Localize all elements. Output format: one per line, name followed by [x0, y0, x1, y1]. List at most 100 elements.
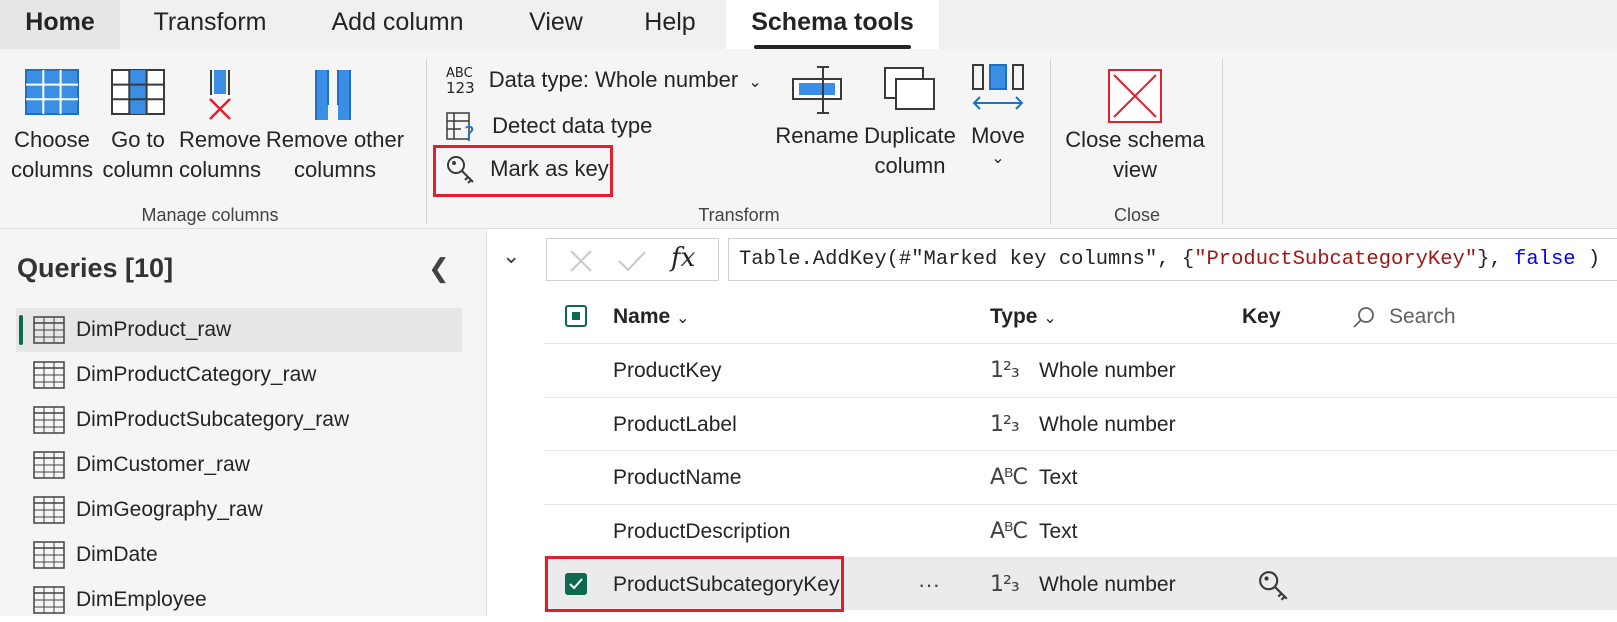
choose-columns-icon: [25, 69, 79, 115]
table-icon: [33, 541, 65, 569]
select-all-checkbox[interactable]: [565, 305, 587, 327]
go-to-column-button[interactable]: Go to column: [98, 69, 178, 185]
move-button[interactable]: Move ⌄: [960, 63, 1036, 167]
collapse-pane-icon[interactable]: ❮: [428, 253, 450, 284]
close-schema-view-button[interactable]: Close schema view: [1060, 69, 1210, 185]
column-name: ProductName: [613, 466, 742, 489]
key-icon: [1259, 571, 1288, 601]
chevron-down-icon: ⌄: [676, 310, 690, 327]
table-row[interactable]: ProductKey 1²₃ Whole number: [544, 343, 1617, 396]
column-header-type[interactable]: Type ⌄: [990, 297, 1057, 337]
type-icon: AᴮC: [990, 518, 1028, 544]
query-label: DimProductCategory_raw: [76, 363, 317, 386]
ribbon-divider: [1222, 59, 1223, 224]
choose-columns-button[interactable]: Choose columns: [8, 69, 96, 185]
query-item[interactable]: DimEmployee: [16, 578, 462, 622]
remove-other-columns-button[interactable]: Remove other columns: [262, 69, 408, 185]
more-options-icon[interactable]: ···: [918, 558, 940, 611]
search-placeholder: Search: [1389, 305, 1456, 328]
go-to-column-icon: [111, 69, 165, 115]
close-icon: [1108, 69, 1162, 123]
tab-transform[interactable]: Transform: [130, 0, 290, 49]
tab-schema-tools[interactable]: Schema tools: [726, 0, 939, 49]
query-item[interactable]: DimProductSubcategory_raw: [16, 398, 462, 442]
query-label: DimDate: [76, 543, 158, 566]
move-icon: [972, 64, 1024, 110]
tab-help[interactable]: Help: [620, 0, 720, 49]
type-icon: 1²₃: [990, 572, 1020, 597]
detect-data-type-label: Detect data type: [492, 113, 653, 138]
column-type: Whole number: [1039, 573, 1176, 596]
table-icon: [33, 496, 65, 524]
commit-formula-icon[interactable]: [617, 249, 647, 273]
remove-columns-button[interactable]: Remove columns: [178, 69, 262, 185]
table-row[interactable]: ProductName AᴮC Text: [544, 450, 1617, 503]
rename-icon: [792, 66, 842, 114]
queries-title: Queries [10]: [17, 253, 174, 283]
data-type-dropdown[interactable]: ABC 123 Data type: Whole number ⌄: [446, 63, 762, 100]
data-type-label: Data type: Whole number: [488, 67, 739, 92]
cancel-formula-icon[interactable]: [569, 249, 593, 273]
chevron-down-icon: ⌄: [748, 74, 762, 91]
remove-columns-icon: [209, 70, 231, 120]
query-item[interactable]: DimGeography_raw: [16, 488, 462, 532]
svg-text:?: ?: [464, 122, 475, 142]
search-icon: [1353, 307, 1374, 328]
detect-data-type-icon: ?: [446, 112, 475, 142]
data-type-icon: ABC 123: [446, 66, 475, 98]
formula-actions: fx: [546, 238, 719, 281]
column-type: Whole number: [1039, 359, 1176, 382]
formula-bar-expand-icon[interactable]: ⌄: [502, 243, 520, 269]
table-row[interactable]: ProductLabel 1²₃ Whole number: [544, 396, 1617, 450]
query-item[interactable]: DimProductCategory_raw: [16, 353, 462, 397]
formula-text: },: [1477, 248, 1515, 271]
ribbon: Choose columns Go to column Remove colum…: [0, 49, 1617, 229]
type-icon: 1²₃: [990, 411, 1020, 437]
column-type: Text: [1039, 519, 1078, 543]
query-label: DimEmployee: [76, 588, 207, 611]
tab-home[interactable]: Home: [0, 0, 120, 49]
group-label-close: Close: [1113, 205, 1161, 225]
formula-input[interactable]: Table.AddKey(#"Marked key columns", {"Pr…: [728, 238, 1617, 281]
move-chevron-icon: ⌄: [991, 150, 1005, 167]
group-label-manage-columns: Manage columns: [141, 205, 279, 225]
duplicate-column-button[interactable]: Duplicate column: [860, 63, 960, 181]
query-item[interactable]: DimDate: [16, 533, 462, 577]
query-label: DimCustomer_raw: [76, 453, 250, 476]
detect-data-type-button[interactable]: ? Detect data type: [446, 109, 652, 143]
query-label: DimProductSubcategory_raw: [76, 408, 350, 431]
column-type: Text: [1039, 466, 1078, 489]
selected-column-highlight: [545, 556, 844, 612]
query-item[interactable]: DimCustomer_raw: [16, 443, 462, 487]
ribbon-divider: [1050, 59, 1051, 224]
table-icon: [33, 316, 65, 344]
query-label: DimProduct_raw: [76, 318, 232, 341]
ribbon-tab-bar: Home Transform Add column View Help Sche…: [0, 0, 1617, 49]
fx-icon: fx: [671, 243, 696, 273]
table-icon: [33, 361, 65, 389]
queries-pane: Queries [10] ❮ DimProduct_raw DimProductC…: [0, 229, 487, 616]
mark-as-key-highlight: [433, 145, 613, 197]
column-header-name[interactable]: Name ⌄: [613, 297, 689, 337]
formula-string: "ProductSubcategoryKey": [1194, 248, 1478, 271]
formula-text: ): [1575, 248, 1601, 271]
column-header-key: Key: [1242, 305, 1281, 328]
tab-view[interactable]: View: [506, 0, 606, 49]
formula-text: Table.AddKey(#"Marked key columns", {: [739, 248, 1195, 271]
type-icon: AᴮC: [990, 465, 1028, 490]
rename-button[interactable]: Rename: [774, 63, 860, 151]
table-row[interactable]: ProductDescription AᴮC Text: [544, 503, 1617, 557]
duplicate-column-icon: [884, 67, 935, 110]
table-icon: [33, 406, 65, 434]
remove-other-columns-icon: [315, 70, 351, 120]
ribbon-divider: [426, 59, 427, 224]
table-icon: [33, 451, 65, 479]
search-box[interactable]: Search: [1352, 297, 1602, 337]
column-name: ProductDescription: [613, 519, 791, 543]
chevron-down-icon: ⌄: [1043, 310, 1057, 327]
group-label-transform: Transform: [698, 205, 780, 225]
column-name: ProductKey: [613, 359, 722, 382]
query-item[interactable]: DimProduct_raw: [16, 308, 462, 352]
query-label: DimGeography_raw: [76, 498, 263, 521]
tab-add-column[interactable]: Add column: [305, 0, 490, 49]
